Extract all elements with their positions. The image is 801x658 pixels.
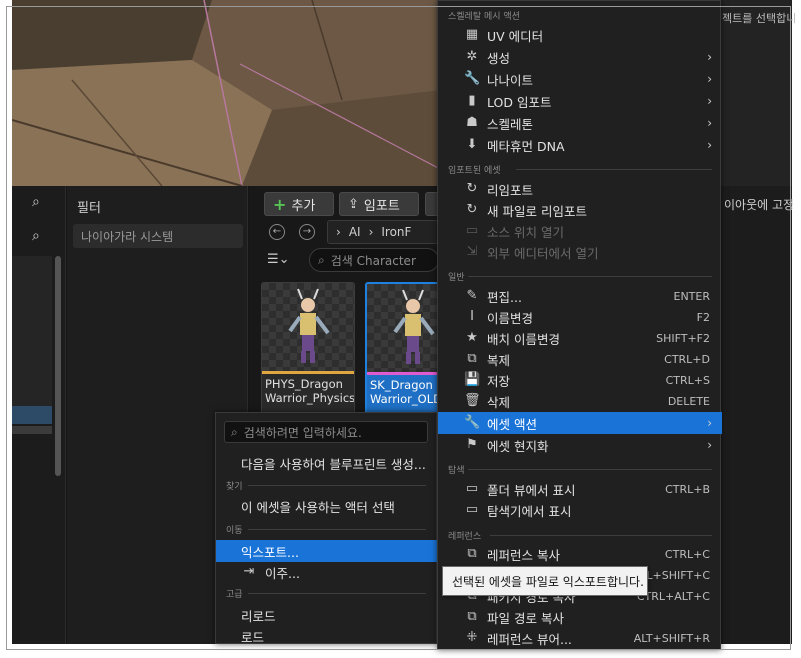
frame-border [6,6,791,650]
screenshot-frame: 젝트를 선택합니 이아웃에 고정 ⌕ ⌕ 필터 나이아가라 시스템 + 추가 ⇪… [0,0,801,658]
